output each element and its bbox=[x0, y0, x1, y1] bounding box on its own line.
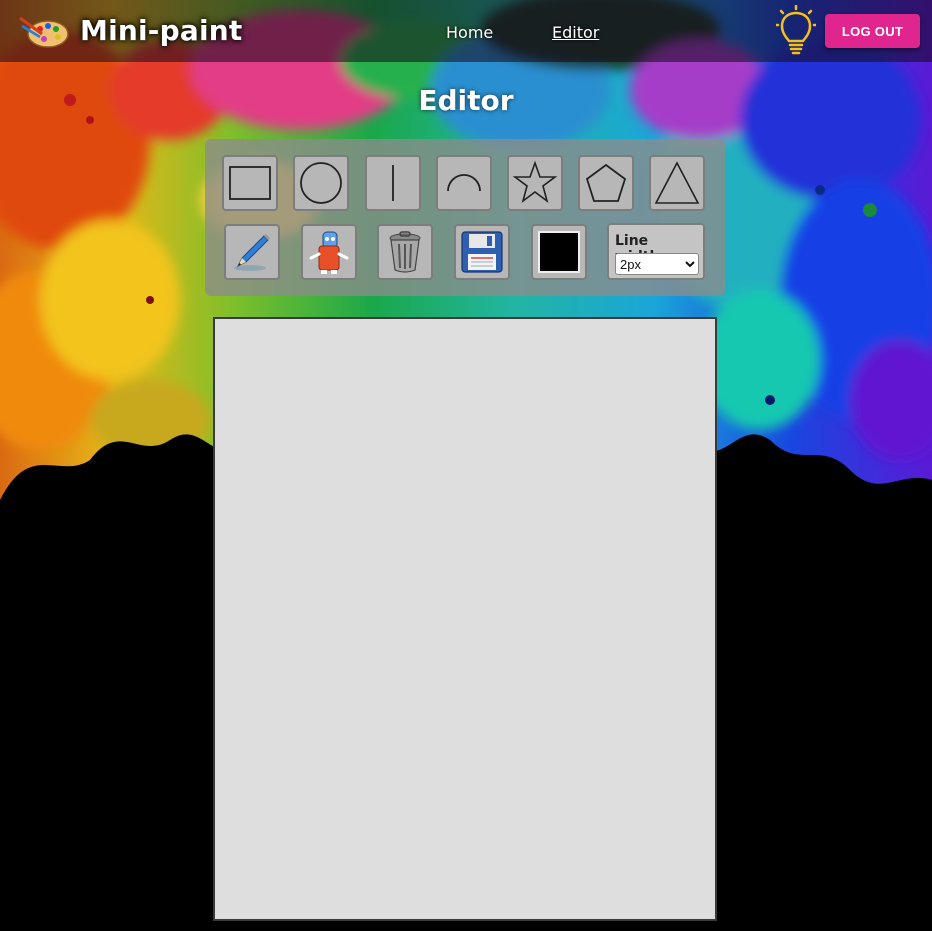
pentagon-tool-button[interactable] bbox=[578, 155, 634, 211]
color-swatch bbox=[538, 231, 580, 273]
star-icon bbox=[512, 160, 558, 204]
app-title[interactable]: Mini-paint bbox=[80, 14, 242, 47]
line-width-control: Line width: 2px bbox=[607, 223, 705, 280]
pencil-tool-button[interactable] bbox=[224, 224, 280, 280]
nav-home-link[interactable]: Home bbox=[446, 23, 493, 42]
triangle-icon bbox=[654, 161, 700, 204]
line-width-select[interactable]: 2px bbox=[615, 253, 699, 275]
circle-tool-button[interactable] bbox=[293, 155, 349, 211]
star-tool-button[interactable] bbox=[507, 155, 563, 211]
rectangle-icon bbox=[229, 166, 271, 200]
drawing-canvas[interactable] bbox=[213, 317, 717, 921]
eraser-tool-button[interactable] bbox=[301, 224, 357, 280]
top-navbar: Mini-paint Home Editor LOG OUT bbox=[0, 0, 932, 62]
circle-icon bbox=[300, 162, 342, 204]
eraser-icon bbox=[309, 231, 349, 274]
page-title: Editor bbox=[418, 84, 514, 117]
editor-toolbar: Line width: 2px bbox=[205, 139, 725, 296]
floppy-disk-icon bbox=[461, 231, 503, 273]
line-icon bbox=[392, 165, 394, 201]
logout-button[interactable]: LOG OUT bbox=[825, 14, 920, 48]
clear-canvas-button[interactable] bbox=[377, 224, 433, 280]
save-button[interactable] bbox=[454, 224, 510, 280]
triangle-tool-button[interactable] bbox=[649, 155, 705, 211]
lightbulb-icon[interactable] bbox=[776, 5, 816, 57]
rectangle-tool-button[interactable] bbox=[222, 155, 278, 211]
arc-tool-button[interactable] bbox=[436, 155, 492, 211]
nav-editor-link[interactable]: Editor bbox=[552, 23, 599, 42]
pentagon-icon bbox=[585, 163, 627, 202]
pencil-icon bbox=[234, 234, 270, 271]
trash-icon bbox=[389, 231, 421, 273]
color-picker-button[interactable] bbox=[531, 224, 587, 280]
palette-icon[interactable] bbox=[18, 12, 70, 50]
arc-icon bbox=[447, 174, 481, 192]
line-tool-button[interactable] bbox=[365, 155, 421, 211]
